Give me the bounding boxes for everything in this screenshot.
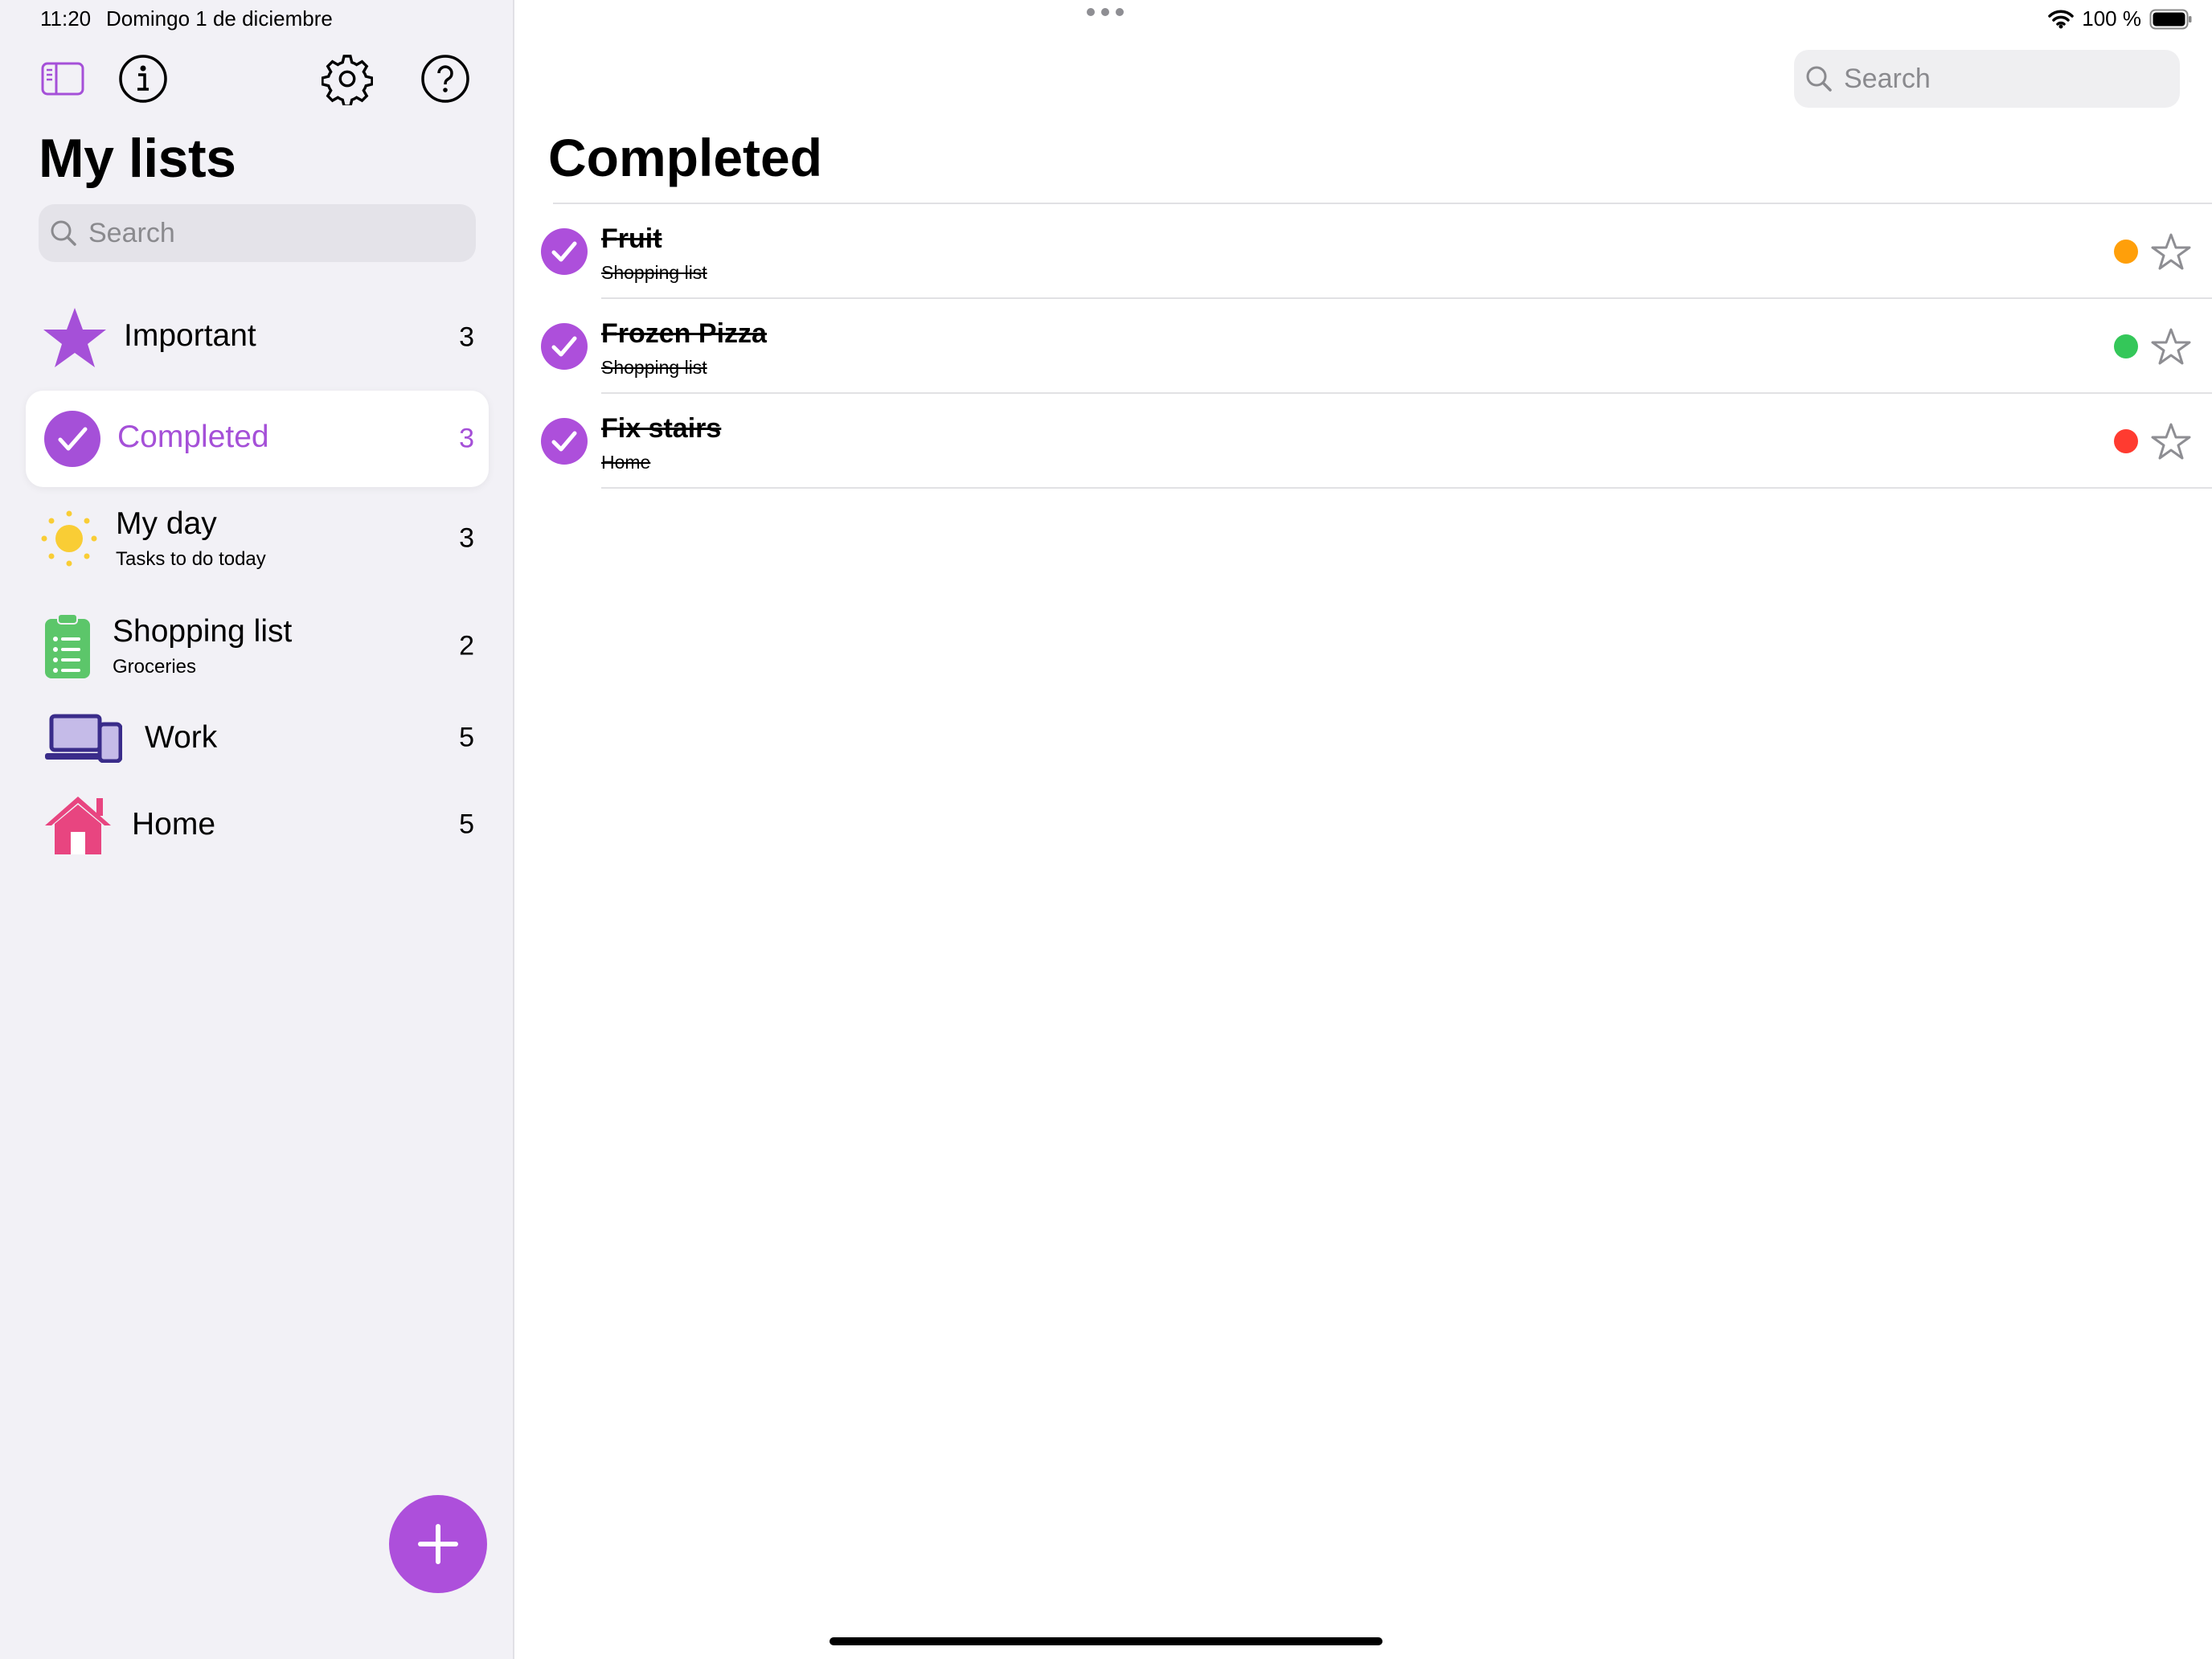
laptop-phone-icon [45, 714, 122, 763]
sidebar-item-count: 2 [459, 630, 474, 662]
check-circle-icon [44, 411, 100, 467]
sidebar-item-completed[interactable]: Completed 3 [26, 391, 489, 487]
home-indicator[interactable] [830, 1637, 1382, 1645]
sidebar-item-subtitle: Tasks to do today [116, 548, 266, 570]
star-outline-icon[interactable] [2151, 232, 2191, 271]
sidebar-toggle-icon[interactable] [37, 53, 88, 104]
priority-dot [2114, 429, 2138, 453]
sidebar-item-work[interactable]: Work 5 [26, 690, 489, 786]
status-date: Domingo 1 de diciembre [106, 6, 333, 31]
sidebar-item-my-day[interactable]: My day Tasks to do today 3 [26, 490, 489, 587]
add-list-button[interactable] [389, 1495, 487, 1593]
status-indicators: 100 % [2048, 6, 2193, 31]
check-circle-icon[interactable] [540, 322, 588, 371]
sidebar-search-placeholder: Search [88, 217, 175, 248]
multitasking-dots-icon[interactable] [1087, 8, 1124, 16]
sidebar-item-count: 5 [459, 809, 474, 840]
star-outline-icon[interactable] [2151, 422, 2191, 461]
task-list-name: Shopping list [601, 262, 707, 283]
search-icon [1806, 66, 1832, 92]
sidebar-search-field[interactable]: Search [39, 204, 476, 262]
task-row[interactable]: Fix stairs Home [516, 394, 2212, 489]
sidebar-item-label: Shopping list [113, 614, 293, 649]
star-icon [43, 308, 106, 367]
sidebar-item-label: Completed [117, 420, 269, 454]
sidebar-item-label: My day [116, 506, 217, 541]
sun-icon [41, 510, 97, 567]
house-icon [45, 797, 111, 854]
sidebar: 11:20 Domingo 1 de diciembre My lists Se… [0, 0, 514, 1659]
task-title: Fruit [601, 223, 662, 254]
main-search-placeholder: Search [1844, 63, 1931, 94]
plus-icon [418, 1524, 458, 1564]
priority-dot [2114, 334, 2138, 358]
task-list-name: Shopping list [601, 357, 707, 378]
page-title: Completed [548, 128, 823, 187]
main-panel: 100 % Search Completed Fruit Shopping li [516, 0, 2212, 1659]
search-icon [51, 220, 76, 246]
sidebar-item-label: Home [132, 807, 216, 842]
check-circle-icon[interactable] [540, 227, 588, 276]
task-row[interactable]: Fruit Shopping list [516, 204, 2212, 299]
task-title: Frozen Pizza [601, 318, 767, 349]
sidebar-item-home[interactable]: Home 5 [26, 776, 489, 873]
sidebar-item-count: 5 [459, 722, 474, 753]
gear-icon[interactable] [322, 53, 373, 105]
battery-icon [2149, 9, 2192, 29]
task-row[interactable]: Frozen Pizza Shopping list [516, 299, 2212, 394]
sidebar-item-shopping-list[interactable]: Shopping list Groceries 2 [26, 598, 489, 694]
check-circle-icon[interactable] [540, 417, 588, 465]
divider [601, 487, 2212, 489]
sidebar-item-count: 3 [459, 522, 474, 554]
clipboard-icon [45, 613, 90, 678]
sidebar-item-count: 3 [459, 423, 474, 454]
task-list-name: Home [601, 452, 651, 473]
sidebar-item-count: 3 [459, 322, 474, 353]
task-title: Fix stairs [601, 413, 722, 444]
info-icon[interactable] [117, 53, 169, 104]
sidebar-item-subtitle: Groceries [113, 656, 197, 678]
status-time: 11:20 [40, 6, 92, 31]
help-icon[interactable] [420, 53, 471, 104]
wifi-icon [2048, 10, 2075, 28]
star-outline-icon[interactable] [2151, 327, 2191, 366]
sidebar-item-label: Important [124, 318, 256, 353]
battery-percent: 100 % [2082, 6, 2141, 31]
sidebar-item-label: Work [145, 720, 218, 755]
main-search-field[interactable]: Search [1794, 50, 2180, 108]
sidebar-item-important[interactable]: Important 3 [26, 289, 489, 386]
sidebar-title: My lists [39, 128, 236, 189]
priority-dot [2114, 240, 2138, 264]
screen: 11:20 Domingo 1 de diciembre My lists Se… [0, 0, 2212, 1659]
